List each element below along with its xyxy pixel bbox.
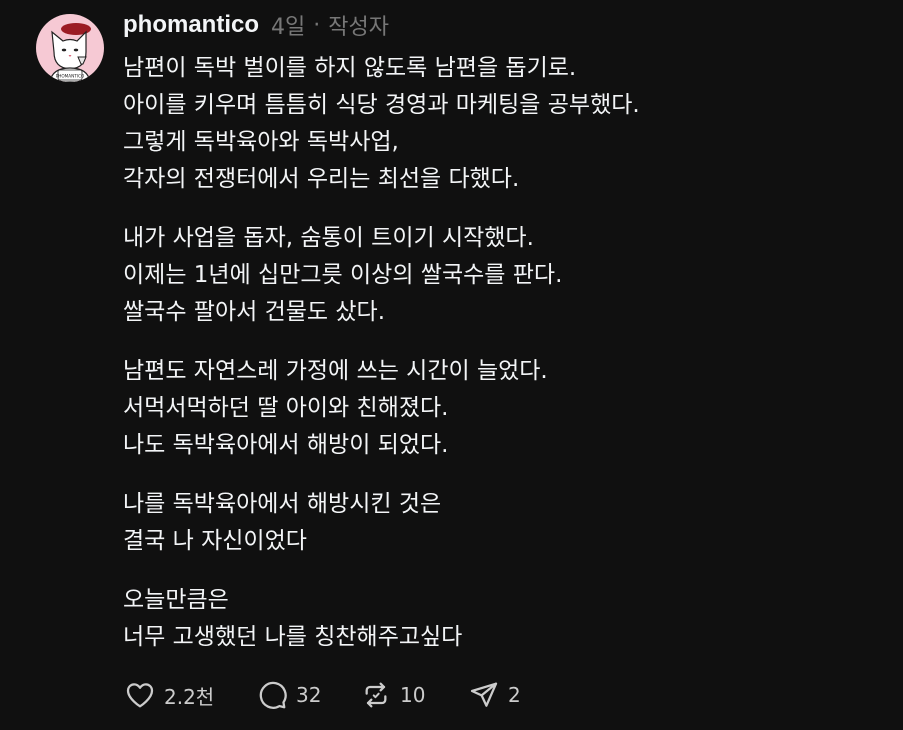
post-text-line: 나도 독박육아에서 해방이 되었다. <box>123 432 449 458</box>
post-body: 남편이 독박 벌이를 하지 않도록 남편을 돕기로. 아이를 키우며 틈틈히 식… <box>123 50 883 678</box>
reply-button[interactable]: 32 <box>256 679 360 711</box>
thread-post: PHOMANTICO phomantico 4일 · 작성자 남편이 독박 벌이… <box>0 0 903 730</box>
post-text-line: 남편도 자연스레 가정에 쓰는 시간이 늘었다. <box>123 358 548 384</box>
avatar[interactable]: PHOMANTICO <box>36 14 104 82</box>
repost-count: 10 <box>400 683 426 707</box>
post-text-line: 그렇게 독박육아와 독박사업, <box>123 129 399 155</box>
repost-button[interactable]: 10 <box>360 679 468 711</box>
action-bar: 2.2천 32 10 2 <box>124 676 528 714</box>
paragraph: 남편도 자연스레 가정에 쓰는 시간이 늘었다. 서먹서먹하던 딸 아이와 친해… <box>123 353 883 464</box>
post-text-line: 나를 독박육아에서 해방시킨 것은 <box>123 491 442 517</box>
reply-count: 32 <box>296 683 322 707</box>
paragraph: 내가 사업을 돕자, 숨통이 트이기 시작했다. 이제는 1년에 십만그릇 이상… <box>123 220 883 331</box>
separator-dot: · <box>313 12 321 38</box>
post-text-line: 쌀국수 팔아서 건물도 샀다. <box>123 299 386 325</box>
post-text-line: 아이를 키우며 틈틈히 식당 경영과 마케팅을 공부했다. <box>123 92 640 118</box>
send-icon <box>470 682 498 707</box>
share-count: 2 <box>508 683 521 707</box>
comment-icon <box>259 681 287 709</box>
username[interactable]: phomantico <box>123 11 259 39</box>
share-button[interactable]: 2 <box>468 679 528 711</box>
repost-icon <box>365 682 387 708</box>
post-text-line: 서먹서먹하던 딸 아이와 친해졌다. <box>123 395 449 421</box>
heart-icon <box>126 683 154 708</box>
like-count: 2.2천 <box>164 684 215 709</box>
svg-text:PHOMANTICO: PHOMANTICO <box>56 74 85 79</box>
post-text-line: 결국 나 자신이었다 <box>123 528 307 554</box>
author-tag: 작성자 <box>328 15 389 40</box>
post-text-line: 남편이 독박 벌이를 하지 않도록 남편을 돕기로. <box>123 55 577 81</box>
post-text-line: 이제는 1년에 십만그릇 이상의 쌀국수를 판다. <box>123 262 563 288</box>
post-header: phomantico 4일 · 작성자 <box>123 8 389 42</box>
paragraph: 오늘만큼은 너무 고생했던 나를 칭찬해주고싶다 <box>123 582 883 656</box>
post-text-line: 너무 고생했던 나를 칭찬해주고싶다 <box>123 624 463 650</box>
like-button[interactable]: 2.2천 <box>124 679 256 711</box>
cat-illustration-icon: PHOMANTICO <box>49 23 91 82</box>
paragraph: 나를 독박육아에서 해방시킨 것은 결국 나 자신이었다 <box>123 486 883 560</box>
post-text-line: 오늘만큼은 <box>123 587 229 613</box>
post-time[interactable]: 4일 <box>271 9 305 41</box>
paragraph: 남편이 독박 벌이를 하지 않도록 남편을 돕기로. 아이를 키우며 틈틈히 식… <box>123 50 883 198</box>
post-text-line: 각자의 전쟁터에서 우리는 최선을 다했다. <box>123 166 520 192</box>
post-text-line: 내가 사업을 돕자, 숨통이 트이기 시작했다. <box>123 225 534 251</box>
